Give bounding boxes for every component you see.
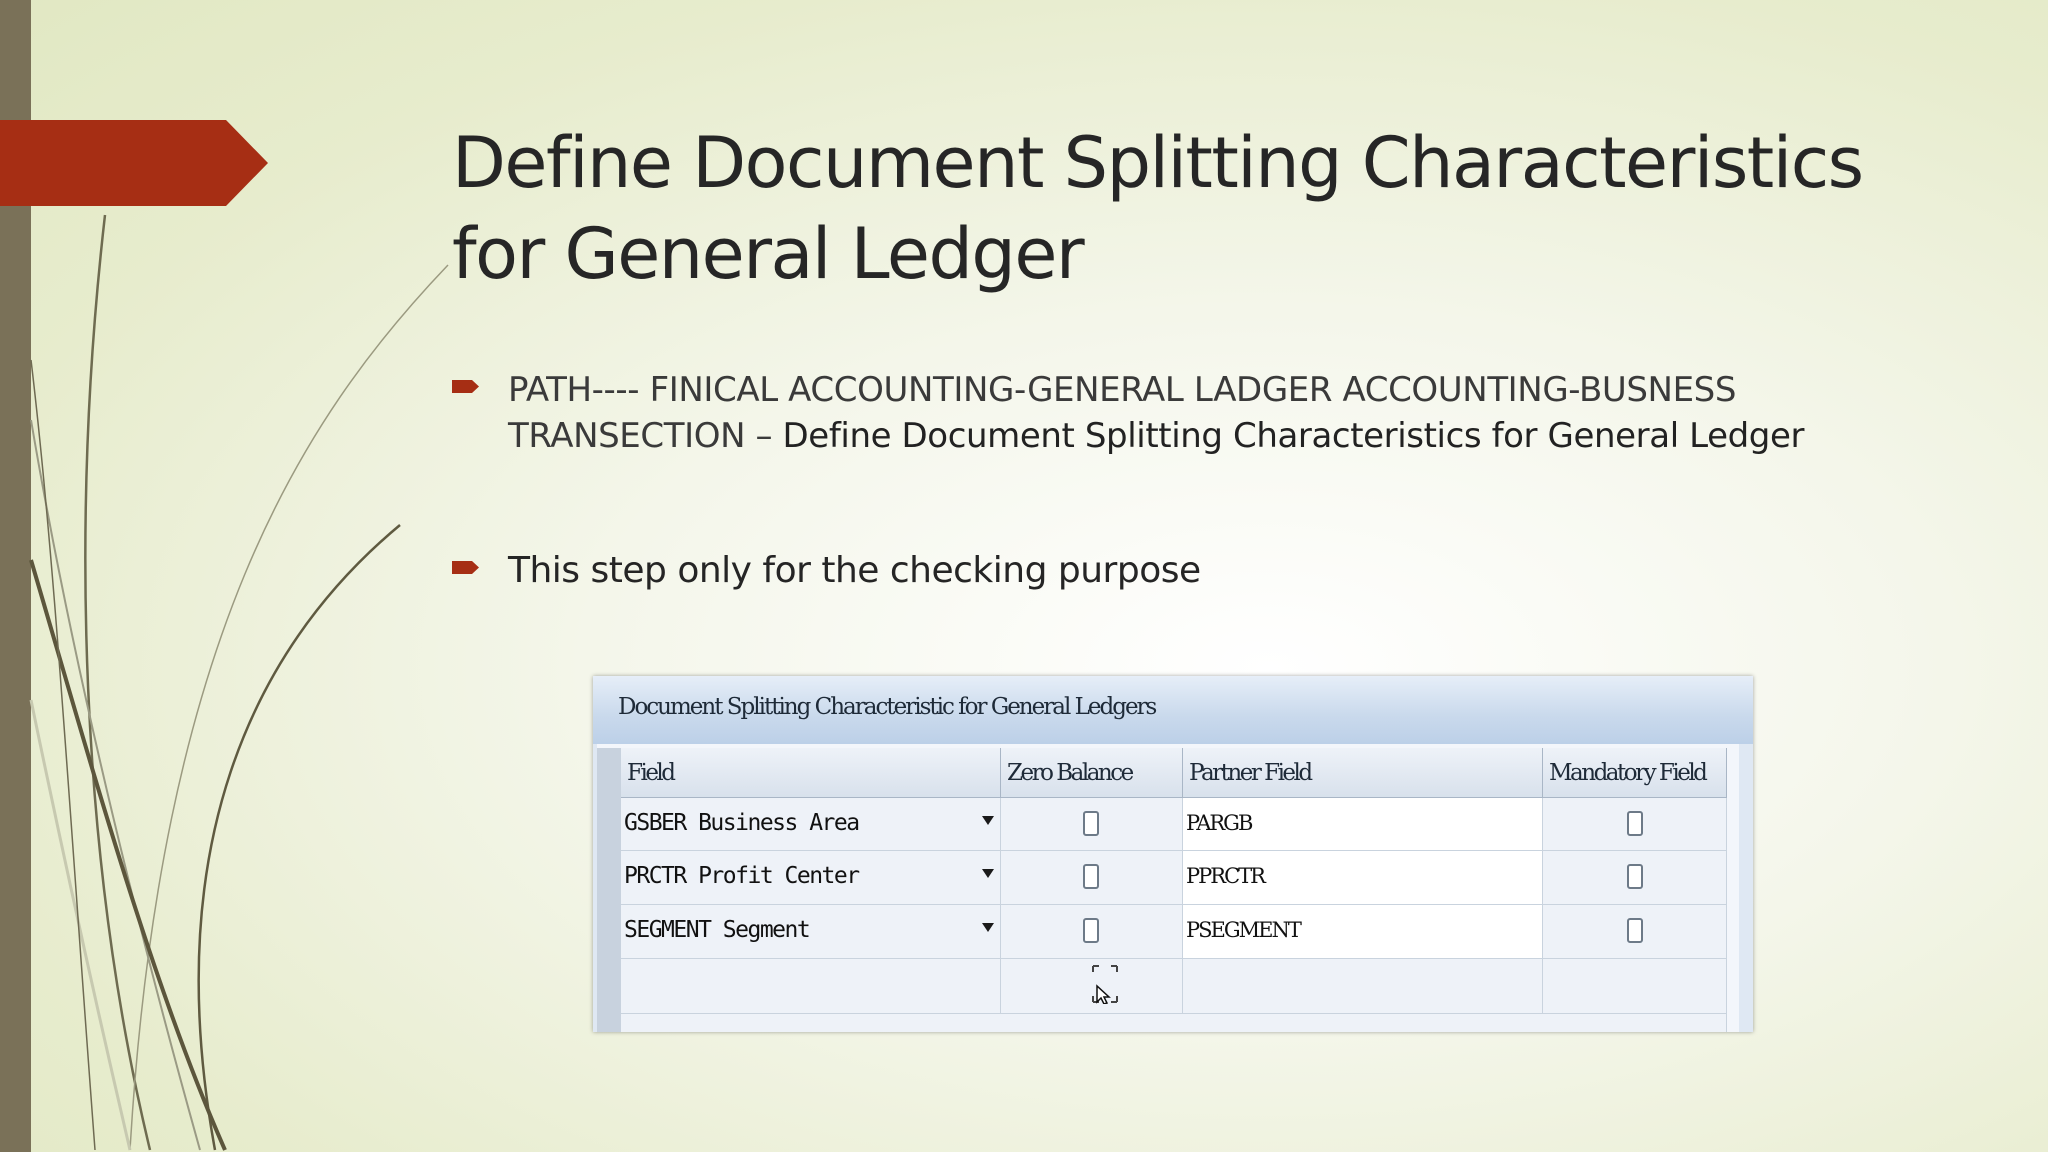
zero-balance-checkbox[interactable] bbox=[1083, 918, 1099, 943]
row-selector[interactable] bbox=[597, 851, 621, 906]
sap-screenshot-panel: Document Splitting Characteristic for Ge… bbox=[593, 676, 1753, 1032]
path-line-2: TRANSECTION – bbox=[508, 416, 783, 456]
mandatory-cell bbox=[1543, 905, 1727, 959]
column-header-mandatory-field[interactable]: Mandatory Field bbox=[1543, 748, 1727, 798]
path-line-1: PATH---- FINICAL ACCOUNTING-GENERAL LADG… bbox=[508, 370, 1737, 410]
row-selector[interactable] bbox=[597, 959, 621, 1015]
partner-field-input[interactable]: PSEGMENT bbox=[1183, 905, 1543, 959]
row-selector[interactable] bbox=[597, 798, 621, 852]
mandatory-checkbox[interactable] bbox=[1627, 811, 1643, 836]
empty-partner-cell[interactable] bbox=[1183, 959, 1543, 1014]
mandatory-cell bbox=[1543, 851, 1727, 905]
row-selector-header bbox=[597, 748, 621, 799]
partner-field-input[interactable]: PARGB bbox=[1183, 798, 1543, 851]
bullet-text: PATH---- FINICAL ACCOUNTING-GENERAL LADG… bbox=[508, 367, 1872, 459]
row-selector[interactable] bbox=[597, 1014, 621, 1032]
sap-window-title: Document Splitting Characteristic for Ge… bbox=[593, 676, 1753, 744]
slide-title: Define Document Splitting Characteristic… bbox=[452, 118, 1972, 300]
field-value: PRCTR Profit Center bbox=[624, 863, 860, 889]
zero-balance-checkbox[interactable] bbox=[1083, 864, 1099, 889]
empty-row-partial bbox=[621, 1014, 1727, 1032]
title-line-1: Define Document Splitting Characteristic… bbox=[452, 122, 1864, 204]
red-arrow-flag bbox=[0, 120, 268, 206]
dropdown-arrow-icon[interactable] bbox=[982, 923, 994, 932]
field-select[interactable]: SEGMENT Segment bbox=[621, 905, 1001, 959]
field-value: SEGMENT Segment bbox=[624, 917, 811, 943]
characteristics-table: Field Zero Balance Partner Field Mandato… bbox=[597, 744, 1739, 1032]
path-line-2-emphasis: Define Document Splitting Characteristic… bbox=[782, 416, 1805, 456]
mandatory-checkbox[interactable] bbox=[1627, 918, 1643, 943]
row-selector[interactable] bbox=[597, 905, 621, 960]
title-line-2: for General Ledger bbox=[452, 213, 1085, 295]
zero-balance-checkbox[interactable] bbox=[1083, 811, 1099, 836]
bullet-text: This step only for the checking purpose bbox=[508, 550, 1201, 591]
field-value: GSBER Business Area bbox=[624, 810, 860, 836]
mouse-cursor-icon bbox=[1092, 965, 1118, 1004]
dropdown-arrow-icon[interactable] bbox=[982, 816, 994, 825]
bullet-arrow-icon bbox=[452, 561, 479, 574]
zero-balance-cell bbox=[1001, 798, 1183, 851]
zero-balance-cell bbox=[1001, 905, 1183, 959]
mandatory-cell bbox=[1543, 798, 1727, 851]
column-header-partner-field[interactable]: Partner Field bbox=[1183, 748, 1543, 798]
field-select[interactable]: PRCTR Profit Center bbox=[621, 851, 1001, 905]
dropdown-arrow-icon[interactable] bbox=[982, 869, 994, 878]
zero-balance-cell bbox=[1001, 851, 1183, 905]
column-header-field[interactable]: Field bbox=[621, 748, 1001, 798]
empty-mandatory-cell bbox=[1543, 959, 1727, 1014]
mandatory-checkbox[interactable] bbox=[1627, 864, 1643, 889]
column-header-zero-balance[interactable]: Zero Balance bbox=[1001, 748, 1183, 798]
field-select[interactable]: GSBER Business Area bbox=[621, 798, 1001, 851]
bullet-arrow-icon bbox=[452, 380, 479, 393]
partner-field-input[interactable]: PPRCTR bbox=[1183, 851, 1543, 905]
empty-field-cell[interactable] bbox=[621, 959, 1001, 1014]
